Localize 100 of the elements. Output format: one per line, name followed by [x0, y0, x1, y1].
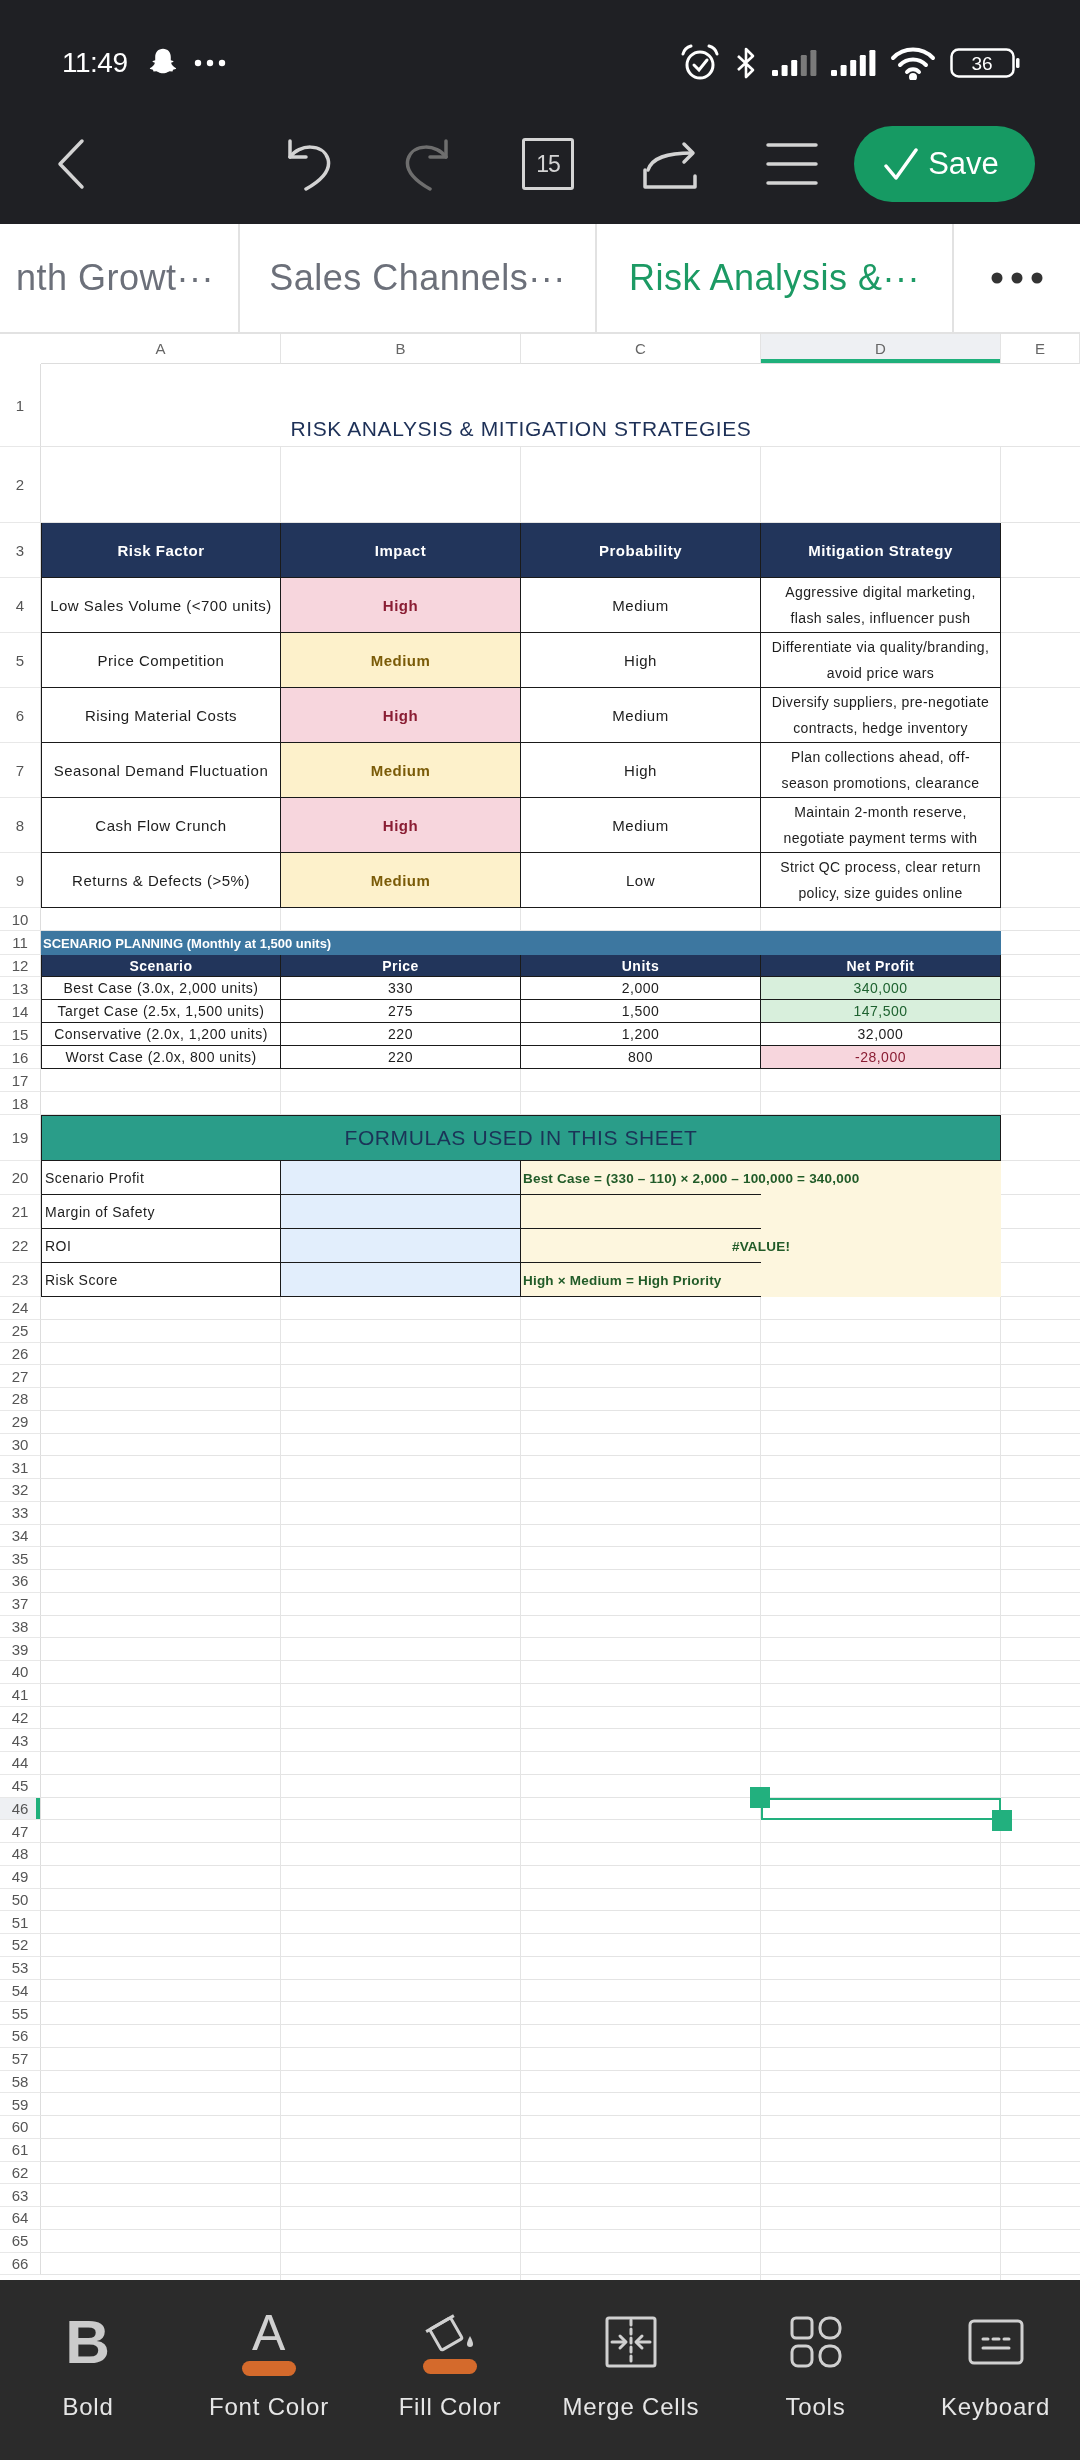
selected-cell[interactable] — [761, 1797, 1001, 1821]
row-header[interactable]: 19 — [0, 1115, 41, 1161]
row-header[interactable]: 59 — [0, 2093, 41, 2116]
row-header[interactable]: 13 — [0, 977, 41, 1000]
row-header[interactable]: 25 — [0, 1319, 41, 1343]
row-header[interactable]: 16 — [0, 1046, 41, 1069]
row-header[interactable]: 31 — [0, 1456, 41, 1479]
row-header[interactable]: 52 — [0, 1934, 41, 1957]
row-header[interactable]: 17 — [0, 1069, 41, 1092]
row-header[interactable]: 41 — [0, 1683, 41, 1707]
row-header[interactable]: 12 — [0, 955, 41, 977]
row-header[interactable]: 46 — [0, 1797, 41, 1821]
row-header[interactable]: 15 — [0, 1023, 41, 1046]
row-header[interactable]: 56 — [0, 2025, 41, 2048]
table-header-cell: Probability — [521, 523, 761, 578]
merge-button[interactable]: Merge Cells — [543, 2280, 719, 2460]
column-header[interactable]: A — [41, 334, 281, 364]
row-header[interactable]: 39 — [0, 1638, 41, 1661]
column-header[interactable]: C — [521, 334, 761, 364]
row-header[interactable]: 47 — [0, 1820, 41, 1843]
row-header[interactable]: 5 — [0, 633, 41, 688]
row-header[interactable]: 18 — [0, 1092, 41, 1115]
row-header[interactable]: 45 — [0, 1774, 41, 1798]
row-header[interactable]: 48 — [0, 1843, 41, 1866]
row-header[interactable]: 14 — [0, 1000, 41, 1023]
table-cell: Target Case (2.5x, 1,500 units) — [41, 1000, 281, 1023]
row-header[interactable]: 32 — [0, 1479, 41, 1502]
bold-button[interactable]: B Bold — [0, 2280, 176, 2460]
row-header[interactable]: 8 — [0, 798, 41, 853]
row-header[interactable]: 43 — [0, 1729, 41, 1752]
row-header[interactable]: 60 — [0, 2116, 41, 2139]
checkmark-icon — [884, 147, 919, 181]
back-icon[interactable] — [56, 138, 86, 190]
row-header[interactable]: 65 — [0, 2229, 41, 2253]
row-header[interactable]: 30 — [0, 1433, 41, 1457]
row-header[interactable]: 53 — [0, 1956, 41, 1980]
row-header[interactable]: 38 — [0, 1615, 41, 1639]
save-button[interactable]: Save — [854, 126, 1035, 202]
fill-color-button[interactable]: Fill Color — [362, 2280, 538, 2460]
section-heading-bar: SCENARIO PLANNING (Monthly at 1,500 units) — [41, 931, 1001, 955]
row-header[interactable]: 35 — [0, 1547, 41, 1570]
row-header[interactable]: 33 — [0, 1501, 41, 1525]
row-header[interactable]: 23 — [0, 1263, 41, 1297]
selection-handle-icon[interactable] — [992, 1810, 1012, 1832]
row-header[interactable]: 20 — [0, 1161, 41, 1195]
row-header[interactable]: 63 — [0, 2184, 41, 2207]
table-cell: ROI — [41, 1229, 281, 1263]
row-header[interactable]: 54 — [0, 1979, 41, 2003]
keyboard-button[interactable]: Keyboard — [908, 2280, 1080, 2460]
row-header[interactable]: 66 — [0, 2252, 41, 2276]
row-header[interactable]: 58 — [0, 2070, 41, 2094]
row-header[interactable]: 57 — [0, 2047, 41, 2071]
table-cell: Medium — [521, 578, 761, 633]
row-header[interactable]: 9 — [0, 853, 41, 908]
row-header[interactable]: 7 — [0, 743, 41, 798]
row-header[interactable]: 49 — [0, 1865, 41, 1889]
row-header[interactable]: 2 — [0, 447, 41, 523]
sheet-title: RISK ANALYSIS & MITIGATION STRATEGIES — [290, 417, 752, 441]
table-cell: Conservative (2.0x, 1,200 units) — [41, 1023, 281, 1046]
row-header[interactable]: 6 — [0, 688, 41, 743]
row-header[interactable]: 29 — [0, 1410, 41, 1434]
table-cell: Price Competition — [41, 633, 281, 688]
row-header[interactable]: 26 — [0, 1342, 41, 1366]
tools-button[interactable]: Tools — [728, 2280, 903, 2460]
row-header[interactable]: 34 — [0, 1524, 41, 1548]
row-header[interactable]: 4 — [0, 578, 41, 633]
row-header[interactable]: 1 — [0, 364, 41, 447]
row-header[interactable]: 28 — [0, 1388, 41, 1411]
row-header[interactable]: 61 — [0, 2138, 41, 2162]
table-header-cell: Net Profit — [761, 955, 1001, 977]
row-header[interactable]: 11 — [0, 931, 41, 955]
table-cell: Maintain 2-month reserve, negotiate payment terms with — [761, 798, 1001, 853]
row-header[interactable]: 62 — [0, 2161, 41, 2185]
row-header[interactable]: 44 — [0, 1752, 41, 1775]
row-header[interactable]: 51 — [0, 1911, 41, 1934]
table-cell: Low — [521, 853, 761, 908]
row-header[interactable]: 24 — [0, 1297, 41, 1320]
more-icon[interactable] — [991, 272, 1043, 284]
row-header[interactable]: 55 — [0, 2002, 41, 2025]
row-header[interactable]: 27 — [0, 1365, 41, 1388]
column-header[interactable]: B — [281, 334, 521, 364]
row-header[interactable]: 40 — [0, 1661, 41, 1684]
row-header[interactable]: 22 — [0, 1229, 41, 1263]
row-header[interactable]: 3 — [0, 523, 41, 578]
row-header[interactable]: 50 — [0, 1888, 41, 1912]
row-header[interactable]: 37 — [0, 1592, 41, 1616]
sheet-count-button[interactable]: 15 — [522, 138, 574, 190]
row-header[interactable]: 36 — [0, 1570, 41, 1593]
selection-handle-icon[interactable] — [750, 1786, 770, 1808]
row-header[interactable]: 42 — [0, 1706, 41, 1730]
column-header[interactable]: E — [1001, 334, 1080, 364]
font-color-button[interactable]: A Font Color — [181, 2280, 357, 2460]
row-header[interactable]: 10 — [0, 908, 41, 931]
column-header[interactable]: D — [761, 334, 1001, 364]
row-header[interactable]: 64 — [0, 2207, 41, 2230]
table-cell: Margin of Safety — [41, 1195, 281, 1229]
row-header[interactable]: 21 — [0, 1195, 41, 1229]
impact-cell: Medium — [281, 633, 521, 688]
table-cell: Differentiate via quality/branding, avoid price wars — [761, 633, 1001, 688]
menu-icon[interactable] — [766, 142, 818, 186]
